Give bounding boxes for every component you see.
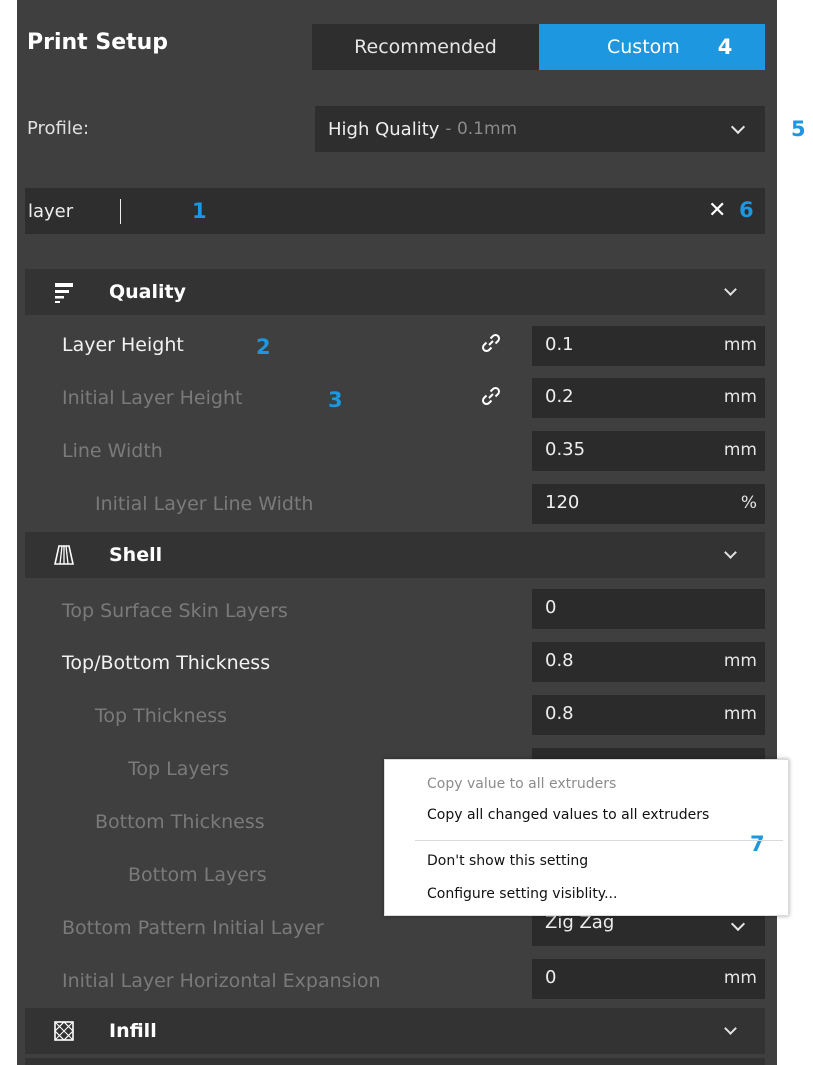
- chevron-down-icon: [724, 546, 737, 559]
- callout-4: 4: [717, 35, 733, 59]
- setting-label-initial-layer-line-width: Initial Layer Line Width: [95, 493, 314, 515]
- field-unit: mm: [723, 704, 757, 724]
- menu-item-copy-value-all-extruders[interactable]: Copy value to all extruders: [427, 776, 616, 792]
- top-bottom-thickness-field[interactable]: 0.8 mm: [532, 642, 765, 682]
- initial-layer-horizontal-expansion-field[interactable]: 0 mm: [532, 959, 765, 999]
- field-value: 0.35: [545, 439, 586, 460]
- field-value: 0.8: [545, 650, 574, 671]
- tab-custom-label: Custom: [607, 36, 680, 58]
- profile-dropdown[interactable]: High Quality - 0.1mm: [315, 106, 765, 152]
- profile-sublabel: - 0.1mm: [445, 119, 518, 139]
- field-value: 0.2: [545, 386, 574, 407]
- field-value: 0.1: [545, 334, 574, 355]
- layer-height-field[interactable]: 0.1 mm: [532, 326, 765, 366]
- category-label: Shell: [109, 544, 163, 566]
- setting-label-top-surface-skin-layers: Top Surface Skin Layers: [62, 600, 288, 622]
- clear-search-icon[interactable]: ✕: [708, 200, 726, 222]
- callout-7: 7: [750, 832, 765, 856]
- field-unit: mm: [723, 440, 757, 460]
- link-icon[interactable]: [481, 386, 501, 406]
- link-icon[interactable]: [481, 333, 501, 353]
- callout-2: 2: [256, 335, 271, 359]
- setting-label-top-bottom-thickness: Top/Bottom Thickness: [62, 652, 271, 674]
- field-unit: %: [740, 493, 757, 513]
- setting-label-layer-height: Layer Height: [62, 334, 184, 356]
- setting-label-top-thickness: Top Thickness: [95, 705, 228, 727]
- menu-item-configure-visibility[interactable]: Configure setting visiblity...: [427, 886, 617, 902]
- infill-icon: [54, 1021, 74, 1041]
- field-value: 120: [545, 492, 580, 513]
- category-label: Quality: [109, 281, 186, 303]
- category-shell[interactable]: Shell: [25, 532, 765, 578]
- next-category-edge: [25, 1058, 765, 1065]
- chevron-down-icon: [724, 1022, 737, 1035]
- panel-title: Print Setup: [27, 30, 169, 55]
- context-menu: Copy value to all extruders Copy all cha…: [384, 759, 789, 916]
- setting-label-top-layers: Top Layers: [128, 758, 229, 780]
- chevron-down-icon: [724, 283, 737, 296]
- setting-label-line-width: Line Width: [62, 440, 163, 462]
- profile-name: High Quality: [328, 118, 440, 140]
- field-unit: mm: [723, 335, 757, 355]
- field-value: 0: [545, 967, 557, 988]
- callout-5: 5: [791, 117, 806, 141]
- initial-layer-line-width-field[interactable]: 120 %: [532, 484, 765, 524]
- setting-label-bottom-pattern-initial-layer: Bottom Pattern Initial Layer: [62, 917, 324, 939]
- shell-icon: [54, 545, 74, 565]
- setting-label-initial-layer-horizontal-expansion: Initial Layer Horizontal Expansion: [62, 970, 381, 992]
- setting-label-bottom-layers: Bottom Layers: [128, 864, 267, 886]
- category-infill[interactable]: Infill: [25, 1008, 765, 1054]
- search-field: 1 ✕ 6: [25, 188, 765, 234]
- category-quality[interactable]: Quality: [25, 269, 765, 315]
- profile-label: Profile:: [27, 118, 90, 139]
- callout-3: 3: [328, 388, 343, 412]
- category-label: Infill: [109, 1020, 157, 1042]
- text-cursor: [120, 199, 121, 224]
- chevron-down-icon: [730, 119, 746, 135]
- field-value: 0.8: [545, 703, 574, 724]
- top-surface-skin-layers-field[interactable]: 0: [532, 589, 765, 629]
- callout-6: 6: [739, 198, 754, 222]
- tab-recommended[interactable]: Recommended: [312, 24, 539, 70]
- mode-tabs: Recommended Custom 4: [312, 24, 765, 70]
- field-unit: mm: [723, 651, 757, 671]
- search-input[interactable]: [25, 188, 705, 234]
- line-width-field[interactable]: 0.35 mm: [532, 431, 765, 471]
- field-unit: mm: [723, 387, 757, 407]
- menu-separator: [415, 840, 783, 841]
- menu-item-dont-show-setting[interactable]: Don't show this setting: [427, 853, 588, 869]
- tab-custom[interactable]: Custom 4: [539, 24, 765, 70]
- menu-item-copy-changed-values-all-extruders[interactable]: Copy all changed values to all extruders: [427, 807, 709, 823]
- callout-1: 1: [192, 199, 207, 223]
- setting-label-initial-layer-height: Initial Layer Height: [62, 387, 243, 409]
- top-thickness-field[interactable]: 0.8 mm: [532, 695, 765, 735]
- field-value: 0: [545, 597, 557, 618]
- field-unit: mm: [723, 968, 757, 988]
- quality-icon: [55, 283, 73, 303]
- chevron-down-icon: [730, 916, 746, 932]
- initial-layer-height-field[interactable]: 0.2 mm: [532, 378, 765, 418]
- setting-label-bottom-thickness: Bottom Thickness: [95, 811, 265, 833]
